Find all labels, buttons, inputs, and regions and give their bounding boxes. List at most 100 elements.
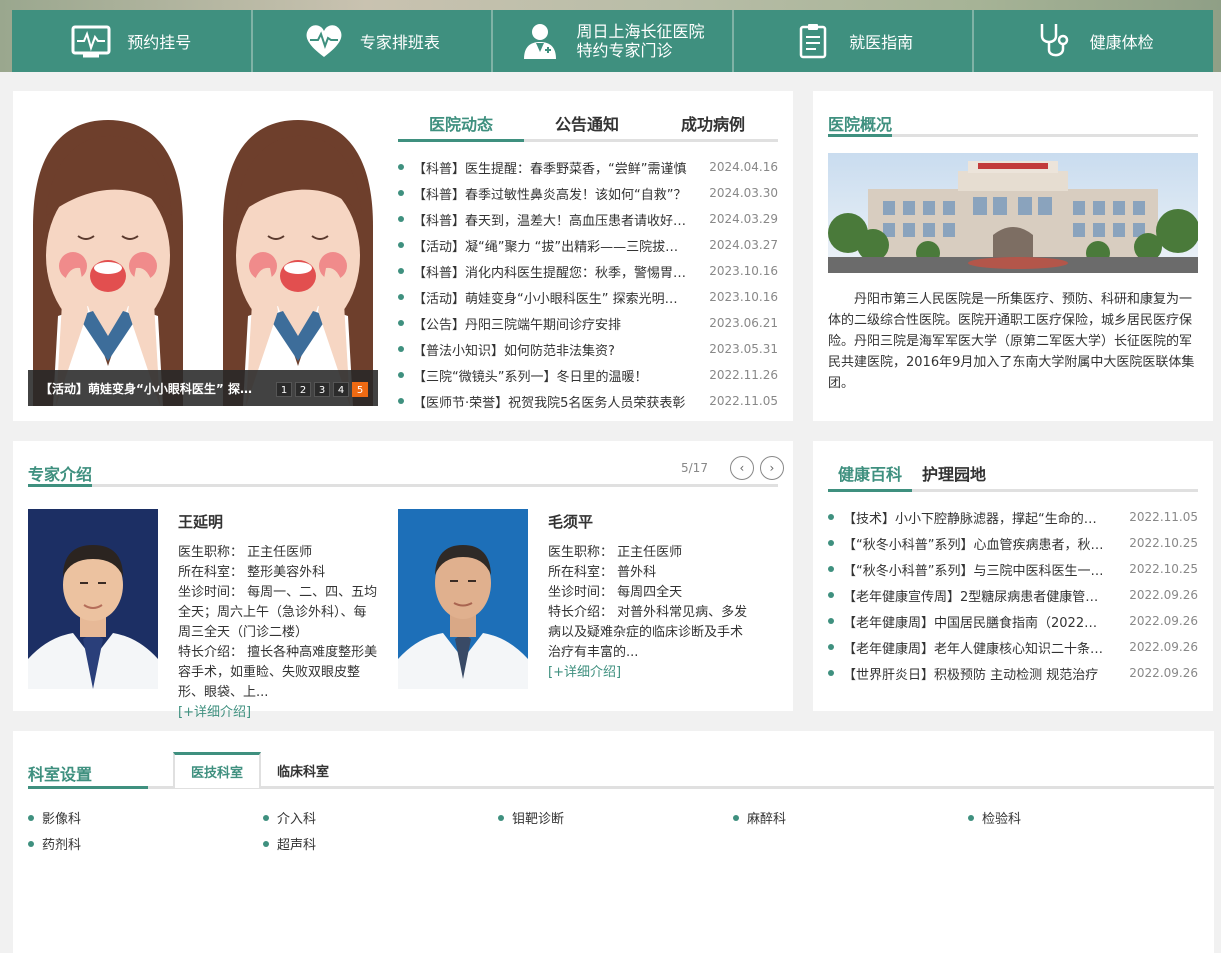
list-item[interactable]: 【公告】丹阳三院端午期间诊疗安排 2023.06.21 [398,310,778,336]
item-title[interactable]: 【老年健康周】老年人健康核心知识二十条（一） [843,638,1109,657]
nav-guide[interactable]: 就医指南 [733,10,975,72]
item-title[interactable]: 【世界肝炎日】积极预防 主动检测 规范治疗 [843,664,1109,683]
item-title[interactable]: 【活动】萌娃变身“小小眼科医生” 探索光明奥秘 [413,288,689,307]
list-item[interactable]: 【世界肝炎日】积极预防 主动检测 规范治疗 2022.09.26 [828,660,1198,686]
department-item[interactable]: 影像科 [28,808,81,827]
expert-detail-link[interactable]: [+详细介绍] [548,663,748,683]
item-title[interactable]: 【科普】春天到，温差大！高血压患者请收好这份指南 [413,210,689,229]
nav-label: 健康体检 [1089,33,1154,52]
list-item[interactable]: 【医师节·荣誉】祝贺我院5名医务人员荣获表彰 2022.11.05 [398,388,778,414]
department-name[interactable]: 钼靶诊断 [512,808,564,827]
item-title[interactable]: 【老年健康周】中国居民膳食指南（2022）老年人版 [843,612,1109,631]
department-name[interactable]: 药剂科 [42,834,81,853]
slider-illustration [28,106,378,406]
list-item[interactable]: 【三院“微镜头”系列一】冬日里的温暖！ 2022.11.26 [398,362,778,388]
slider-dot[interactable]: 1 [276,382,292,397]
department-name[interactable]: 介入科 [277,808,316,827]
expert-info: 医生职称： 正主任医师 所在科室： 整形美容外科 坐诊时间： 每周一、二、四、五… [178,545,378,700]
list-item[interactable]: 【老年健康周】老年人健康核心知识二十条（一） 2022.09.26 [828,634,1198,660]
hospital-photo [828,153,1198,273]
slider-caption[interactable]: 【活动】萌娃变身“小小眼科医生” 探索光明奥秘 [40,380,260,397]
item-title[interactable]: 【“秋冬小科普”系列】心血管疾病患者，秋冬如何保养 [843,534,1109,553]
slider-dot[interactable]: 2 [295,382,311,397]
expert-card[interactable]: 王延明 医生职称： 正主任医师 所在科室： 整形美容外科 坐诊时间： 每周一、二… [28,509,388,720]
monitor-pulse-icon [71,21,111,61]
bullet-icon [398,372,404,378]
item-title[interactable]: 【普法小知识】如何防范非法集资? [413,340,689,359]
expert-info: 医生职称： 正主任医师 所在科室： 普外科 坐诊时间： 每周四全天 特长介绍： … [548,545,748,660]
bullet-icon [828,514,834,520]
list-item[interactable]: 【科普】春季过敏性鼻炎高发！该如何“自救”？ 2024.03.30 [398,180,778,206]
item-title[interactable]: 【科普】医生提醒：春季野菜香，“尝鲜”需谨慎 [413,158,689,177]
tab-success-cases[interactable]: 成功病例 [650,111,776,142]
bullet-icon [498,814,504,821]
nav-label: 特约专家门诊 [576,41,673,60]
item-title[interactable]: 【科普】春季过敏性鼻炎高发！该如何“自救”？ [413,184,689,203]
tab-hospital-news[interactable]: 医院动态 [398,111,524,142]
list-item[interactable]: 【科普】医生提醒：春季野菜香，“尝鲜”需谨慎 2024.04.16 [398,154,778,180]
expert-detail-link[interactable]: [+详细介绍] [178,703,378,723]
item-title[interactable]: 【老年健康宣传周】2型糖尿病患者健康管理指南 [843,586,1109,605]
nav-appointment[interactable]: 预约挂号 [12,10,253,72]
heart-pulse-icon [304,21,344,61]
top-nav: 预约挂号 专家排班表 周日上海长征医院 特约专家门诊 就医指南 健康体检 [12,10,1213,72]
item-title[interactable]: 【公告】丹阳三院端午期间诊疗安排 [413,314,689,333]
department-item[interactable]: 超声科 [263,834,316,853]
news-panel: 【活动】萌娃变身“小小眼科医生” 探索光明奥秘 1 2 3 4 5 医院动态 公… [13,91,793,421]
prev-button[interactable]: ‹ [729,456,754,480]
expert-name[interactable]: 王延明 [178,511,223,532]
nav-schedule[interactable]: 专家排班表 [252,10,494,72]
list-item[interactable]: 【老年健康周】中国居民膳食指南（2022）老年人版 2022.09.26 [828,608,1198,634]
item-date: 2022.09.26 [1129,614,1198,628]
tab-health-wiki[interactable]: 健康百科 [828,461,912,492]
department-name[interactable]: 麻醉科 [747,808,786,827]
list-item[interactable]: 【“秋冬小科普”系列】与三院中医科医生一起养生 2022.10.25 [828,556,1198,582]
department-item[interactable]: 麻醉科 [733,808,786,827]
slider-dot[interactable]: 4 [333,382,349,397]
list-item[interactable]: 【科普】春天到，温差大！高血压患者请收好这份指南 2024.03.29 [398,206,778,232]
list-item[interactable]: 【老年健康宣传周】2型糖尿病患者健康管理指南 2022.09.26 [828,582,1198,608]
item-title[interactable]: 【“秋冬小科普”系列】与三院中医科医生一起养生 [843,560,1109,579]
departments-title[interactable]: 科室设置 [28,761,92,785]
department-name[interactable]: 超声科 [277,834,316,853]
tab-nursing[interactable]: 护理园地 [912,461,996,492]
list-item[interactable]: 【“秋冬小科普”系列】心血管疾病患者，秋冬如何保养 2022.10.25 [828,530,1198,556]
department-item[interactable]: 钼靶诊断 [498,808,564,827]
about-title[interactable]: 医院概况 [828,111,892,135]
tab-announcements[interactable]: 公告通知 [524,111,650,142]
expert-card[interactable]: 毛须平 医生职称： 正主任医师 所在科室： 普外科 坐诊时间： 每周四全天 特长… [398,509,758,709]
next-button[interactable]: › [759,456,784,480]
item-title[interactable]: 【科普】消化内科医生提醒您：秋季，警惕胃肠疾病 [413,262,689,281]
list-item[interactable]: 【科普】消化内科医生提醒您：秋季，警惕胃肠疾病 2023.10.16 [398,258,778,284]
expert-name[interactable]: 毛须平 [548,511,593,532]
news-slider[interactable]: 【活动】萌娃变身“小小眼科医生” 探索光明奥秘 1 2 3 4 5 [28,106,378,406]
item-date: 2023.10.16 [709,290,778,304]
department-name[interactable]: 影像科 [42,808,81,827]
bullet-icon [398,216,404,222]
experts-title[interactable]: 专家介绍 [28,461,92,485]
slider-dot[interactable]: 3 [314,382,330,397]
nav-special-clinic[interactable]: 周日上海长征医院 特约专家门诊 [493,10,734,72]
item-title[interactable]: 【医师节·荣誉】祝贺我院5名医务人员荣获表彰 [413,392,689,411]
nav-label: 周日上海长征医院 [576,22,705,41]
item-title[interactable]: 【技术】小小下腔静脉滤器，撑起“生命的保护伞” [843,508,1109,527]
list-item[interactable]: 【普法小知识】如何防范非法集资? 2023.05.31 [398,336,778,362]
item-title[interactable]: 【三院“微镜头”系列一】冬日里的温暖！ [413,366,689,385]
department-name[interactable]: 检验科 [982,808,1021,827]
clipboard-icon [793,21,833,61]
item-title[interactable]: 【活动】凝“绳”聚力 “拔”出精彩——三院拔河比赛 [413,236,689,255]
bullet-icon [398,398,404,404]
list-item[interactable]: 【活动】凝“绳”聚力 “拔”出精彩——三院拔河比赛 2024.03.27 [398,232,778,258]
nav-checkup[interactable]: 健康体检 [974,10,1213,72]
list-item[interactable]: 【活动】萌娃变身“小小眼科医生” 探索光明奥秘 2023.10.16 [398,284,778,310]
bullet-icon [828,592,834,598]
department-item[interactable]: 药剂科 [28,834,81,853]
list-item[interactable]: 【技术】小小下腔静脉滤器，撑起“生命的保护伞” 2022.11.05 [828,504,1198,530]
department-item[interactable]: 检验科 [968,808,1021,827]
bullet-icon [398,346,404,352]
slider-dot-active[interactable]: 5 [352,382,368,397]
tab-medical-tech[interactable]: 医技科室 [173,752,262,788]
department-item[interactable]: 介入科 [263,808,316,827]
tab-clinical[interactable]: 临床科室 [261,752,345,788]
health-list: 【技术】小小下腔静脉滤器，撑起“生命的保护伞” 2022.11.05 【“秋冬小科普… [828,504,1198,686]
